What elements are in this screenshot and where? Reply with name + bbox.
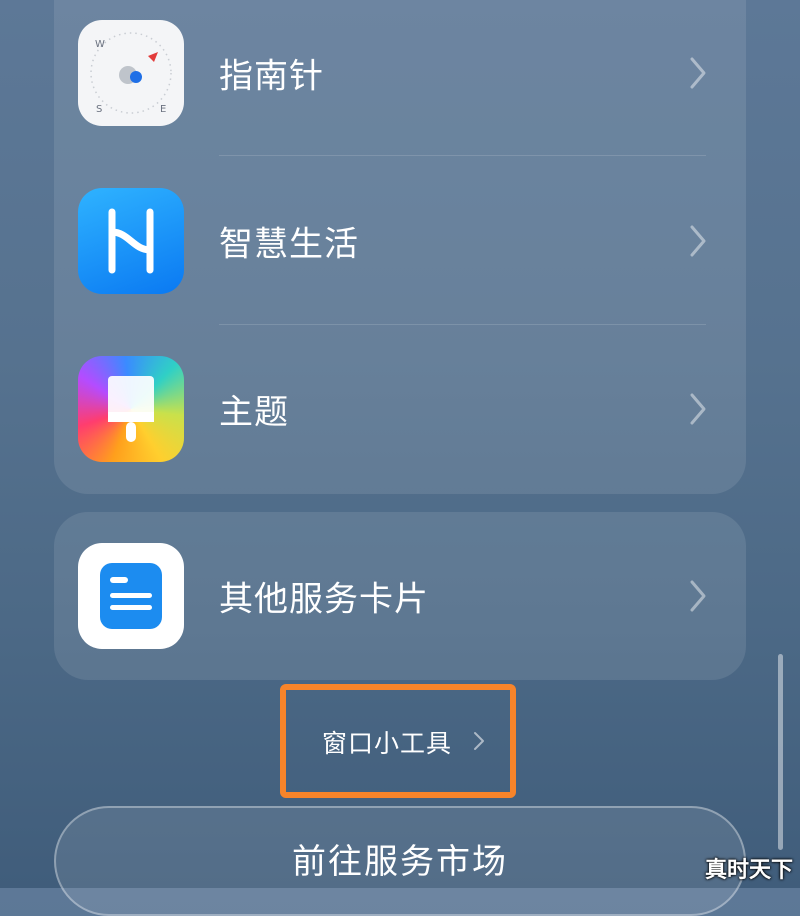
service-item-theme[interactable]: 主题 [54,334,746,484]
scrollbar[interactable] [778,654,783,850]
smart-life-icon [78,188,184,294]
chevron-right-icon [690,57,706,89]
chevron-right-icon [690,393,706,425]
service-item-smart-life[interactable]: 智慧生活 [54,166,746,316]
compass-icon: W S E [78,20,184,126]
compass-letter-e: E [160,104,166,115]
compass-letter-w: W [95,39,105,50]
theme-brush-icon [78,356,184,462]
chevron-right-icon [690,580,706,612]
window-widgets-link[interactable]: 窗口小工具 [280,684,516,798]
divider [219,324,706,325]
service-item-label: 主题 [219,392,289,433]
watermark: 真时天下 [705,858,794,883]
other-services-card: 其他服务卡片 [54,512,746,680]
divider [219,155,706,156]
compass-letter-s: S [96,104,102,115]
service-item-label: 其他服务卡片 [219,579,429,620]
services-card: W S E 指南针 智慧生活 主题 [54,0,746,494]
go-to-service-market-label: 前往服务市场 [292,842,508,882]
chevron-right-icon [690,225,706,257]
service-item-other-cards[interactable]: 其他服务卡片 [54,521,746,671]
window-widgets-label: 窗口小工具 [322,729,453,758]
service-item-label: 指南针 [219,56,324,97]
go-to-service-market-button[interactable]: 前往服务市场 [54,806,746,916]
service-card-icon [78,543,184,649]
service-item-label: 智慧生活 [219,224,359,265]
chevron-right-icon [474,732,484,750]
service-item-compass[interactable]: W S E 指南针 [54,0,746,148]
